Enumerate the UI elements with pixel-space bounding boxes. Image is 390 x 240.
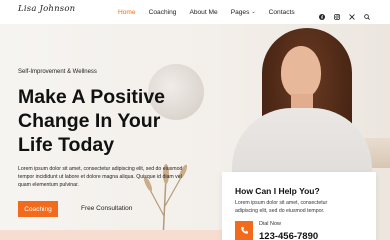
help-card-title: How Can I Help You?: [235, 186, 320, 196]
chevron-down-icon: ⌄: [251, 9, 256, 15]
facebook-icon[interactable]: [319, 7, 325, 20]
dial-now-label: Dial Now: [259, 221, 282, 227]
hero-portrait-face: [281, 46, 321, 98]
x-icon[interactable]: [349, 7, 355, 20]
instagram-icon[interactable]: [334, 7, 340, 20]
site-header: Lisa Johnson Home Coaching About Me Page…: [0, 0, 390, 24]
social-links: [319, 7, 370, 20]
nav-item-about-me[interactable]: About Me: [189, 9, 217, 16]
nav-item-home[interactable]: Home: [118, 9, 136, 16]
coaching-button[interactable]: Coaching: [18, 201, 58, 217]
search-icon[interactable]: [364, 7, 370, 20]
hero-headline-line-3: Life Today: [18, 134, 115, 156]
bottom-accent-strip: [0, 230, 222, 240]
nav-item-pages[interactable]: Pages ⌄: [231, 9, 256, 16]
nav-item-contacts[interactable]: Contacts: [269, 9, 295, 16]
help-card: How Can I Help You? Lorem ipsum dolor si…: [222, 172, 376, 240]
nav-item-coaching[interactable]: Coaching: [149, 9, 177, 16]
help-card-text: Lorem ipsum dolor sit amet, consectetur …: [235, 200, 328, 214]
nav-item-pages-label: Pages: [230, 8, 250, 16]
hero-headline-line-2: Change In Your: [18, 110, 161, 132]
hero-description: Lorem ipsum dolor sit amet, consectetur …: [18, 166, 183, 188]
hero-headline-line-1: Make A Positive: [18, 86, 166, 108]
phone-number-link[interactable]: 123-456-7890: [259, 231, 318, 240]
site-logo[interactable]: Lisa Johnson: [18, 4, 75, 14]
hero-tagline: Self-Improvement & Wellness: [18, 69, 97, 75]
main-nav: Home Coaching About Me Pages ⌄ Contacts: [118, 0, 308, 24]
hero-headline: Make A Positive Change In Your Life Toda…: [18, 85, 208, 157]
free-consultation-link[interactable]: Free Consultation: [81, 205, 132, 212]
phone-icon[interactable]: [235, 221, 253, 240]
